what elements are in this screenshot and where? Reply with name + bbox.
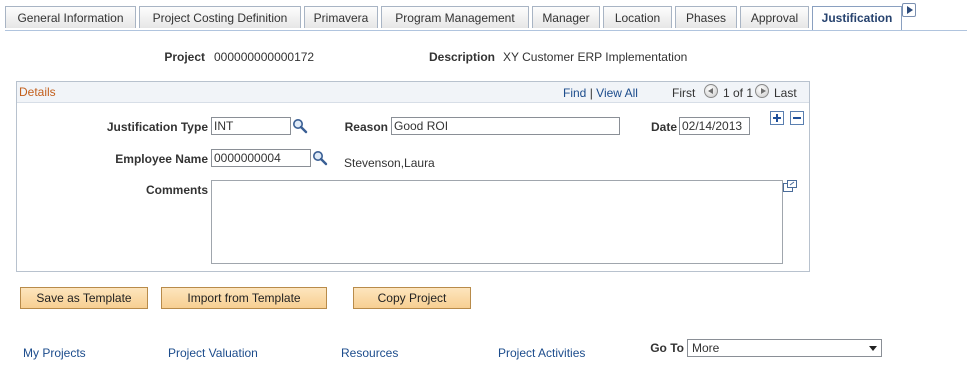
next-row-icon[interactable] — [755, 84, 769, 98]
goto-select[interactable]: More — [687, 339, 882, 357]
description-value: XY Customer ERP Implementation — [503, 50, 688, 64]
project-value: 000000000000172 — [214, 50, 315, 64]
description-label: Description — [428, 50, 495, 64]
justification-type-lookup-icon[interactable] — [292, 118, 308, 134]
project-valuation-link[interactable]: Project Valuation — [168, 346, 258, 360]
next-tabs-icon[interactable] — [902, 3, 916, 17]
my-projects-link[interactable]: My Projects — [23, 346, 86, 360]
previous-row-icon[interactable] — [704, 84, 718, 98]
comments-label: Comments — [145, 183, 208, 197]
goto-selected-value: More — [692, 341, 720, 355]
comments-textarea[interactable] — [211, 180, 783, 264]
goto-label: Go To — [650, 341, 684, 355]
tab-manager[interactable]: Manager — [532, 6, 600, 28]
tab-approval[interactable]: Approval — [740, 6, 809, 28]
employee-display-name: Stevenson,Laura — [344, 156, 435, 170]
chevron-down-icon — [869, 346, 877, 351]
tab-project-costing-definition[interactable]: Project Costing Definition — [139, 6, 301, 28]
copy-project-button[interactable]: Copy Project — [353, 287, 471, 309]
details-section: Details Find | View All First 1 of 1 Las… — [16, 81, 810, 272]
first-label: First — [672, 86, 696, 100]
employee-name-input[interactable] — [211, 149, 311, 167]
justification-type-input[interactable] — [211, 117, 291, 135]
details-title: Details — [19, 85, 56, 99]
tab-program-management[interactable]: Program Management — [381, 6, 529, 28]
employee-name-label: Employee Name — [115, 152, 208, 166]
view-all-link[interactable]: View All — [596, 86, 638, 100]
tab-general-information[interactable]: General Information — [5, 6, 136, 28]
delete-row-icon[interactable] — [790, 111, 804, 125]
tab-bar: General Information Project Costing Defi… — [5, 6, 967, 31]
tab-primavera[interactable]: Primavera — [304, 6, 378, 28]
save-as-template-button[interactable]: Save as Template — [20, 287, 148, 309]
import-from-template-button[interactable]: Import from Template — [161, 287, 327, 309]
tab-phases[interactable]: Phases — [675, 6, 737, 28]
date-input[interactable] — [679, 117, 750, 135]
paging-text: 1 of 1 — [723, 86, 754, 100]
reason-label: Reason — [344, 120, 388, 134]
reason-input[interactable] — [391, 117, 620, 135]
project-activities-link[interactable]: Project Activities — [498, 346, 585, 360]
last-label: Last — [774, 86, 797, 100]
details-header: Details Find | View All First 1 of 1 Las… — [17, 82, 809, 103]
justification-type-label: Justification Type — [106, 120, 208, 134]
find-link[interactable]: Find — [563, 86, 586, 100]
project-label: Project — [164, 50, 205, 64]
tab-justification[interactable]: Justification — [812, 6, 902, 30]
resources-link[interactable]: Resources — [341, 346, 398, 360]
expand-comments-icon[interactable] — [783, 180, 797, 192]
grid-navigation: Find | View All — [563, 86, 638, 100]
employee-name-lookup-icon[interactable] — [312, 150, 328, 166]
nav-separator: | — [589, 86, 593, 100]
add-row-icon[interactable] — [770, 111, 784, 125]
date-label: Date — [650, 120, 677, 134]
tab-location[interactable]: Location — [603, 6, 672, 28]
